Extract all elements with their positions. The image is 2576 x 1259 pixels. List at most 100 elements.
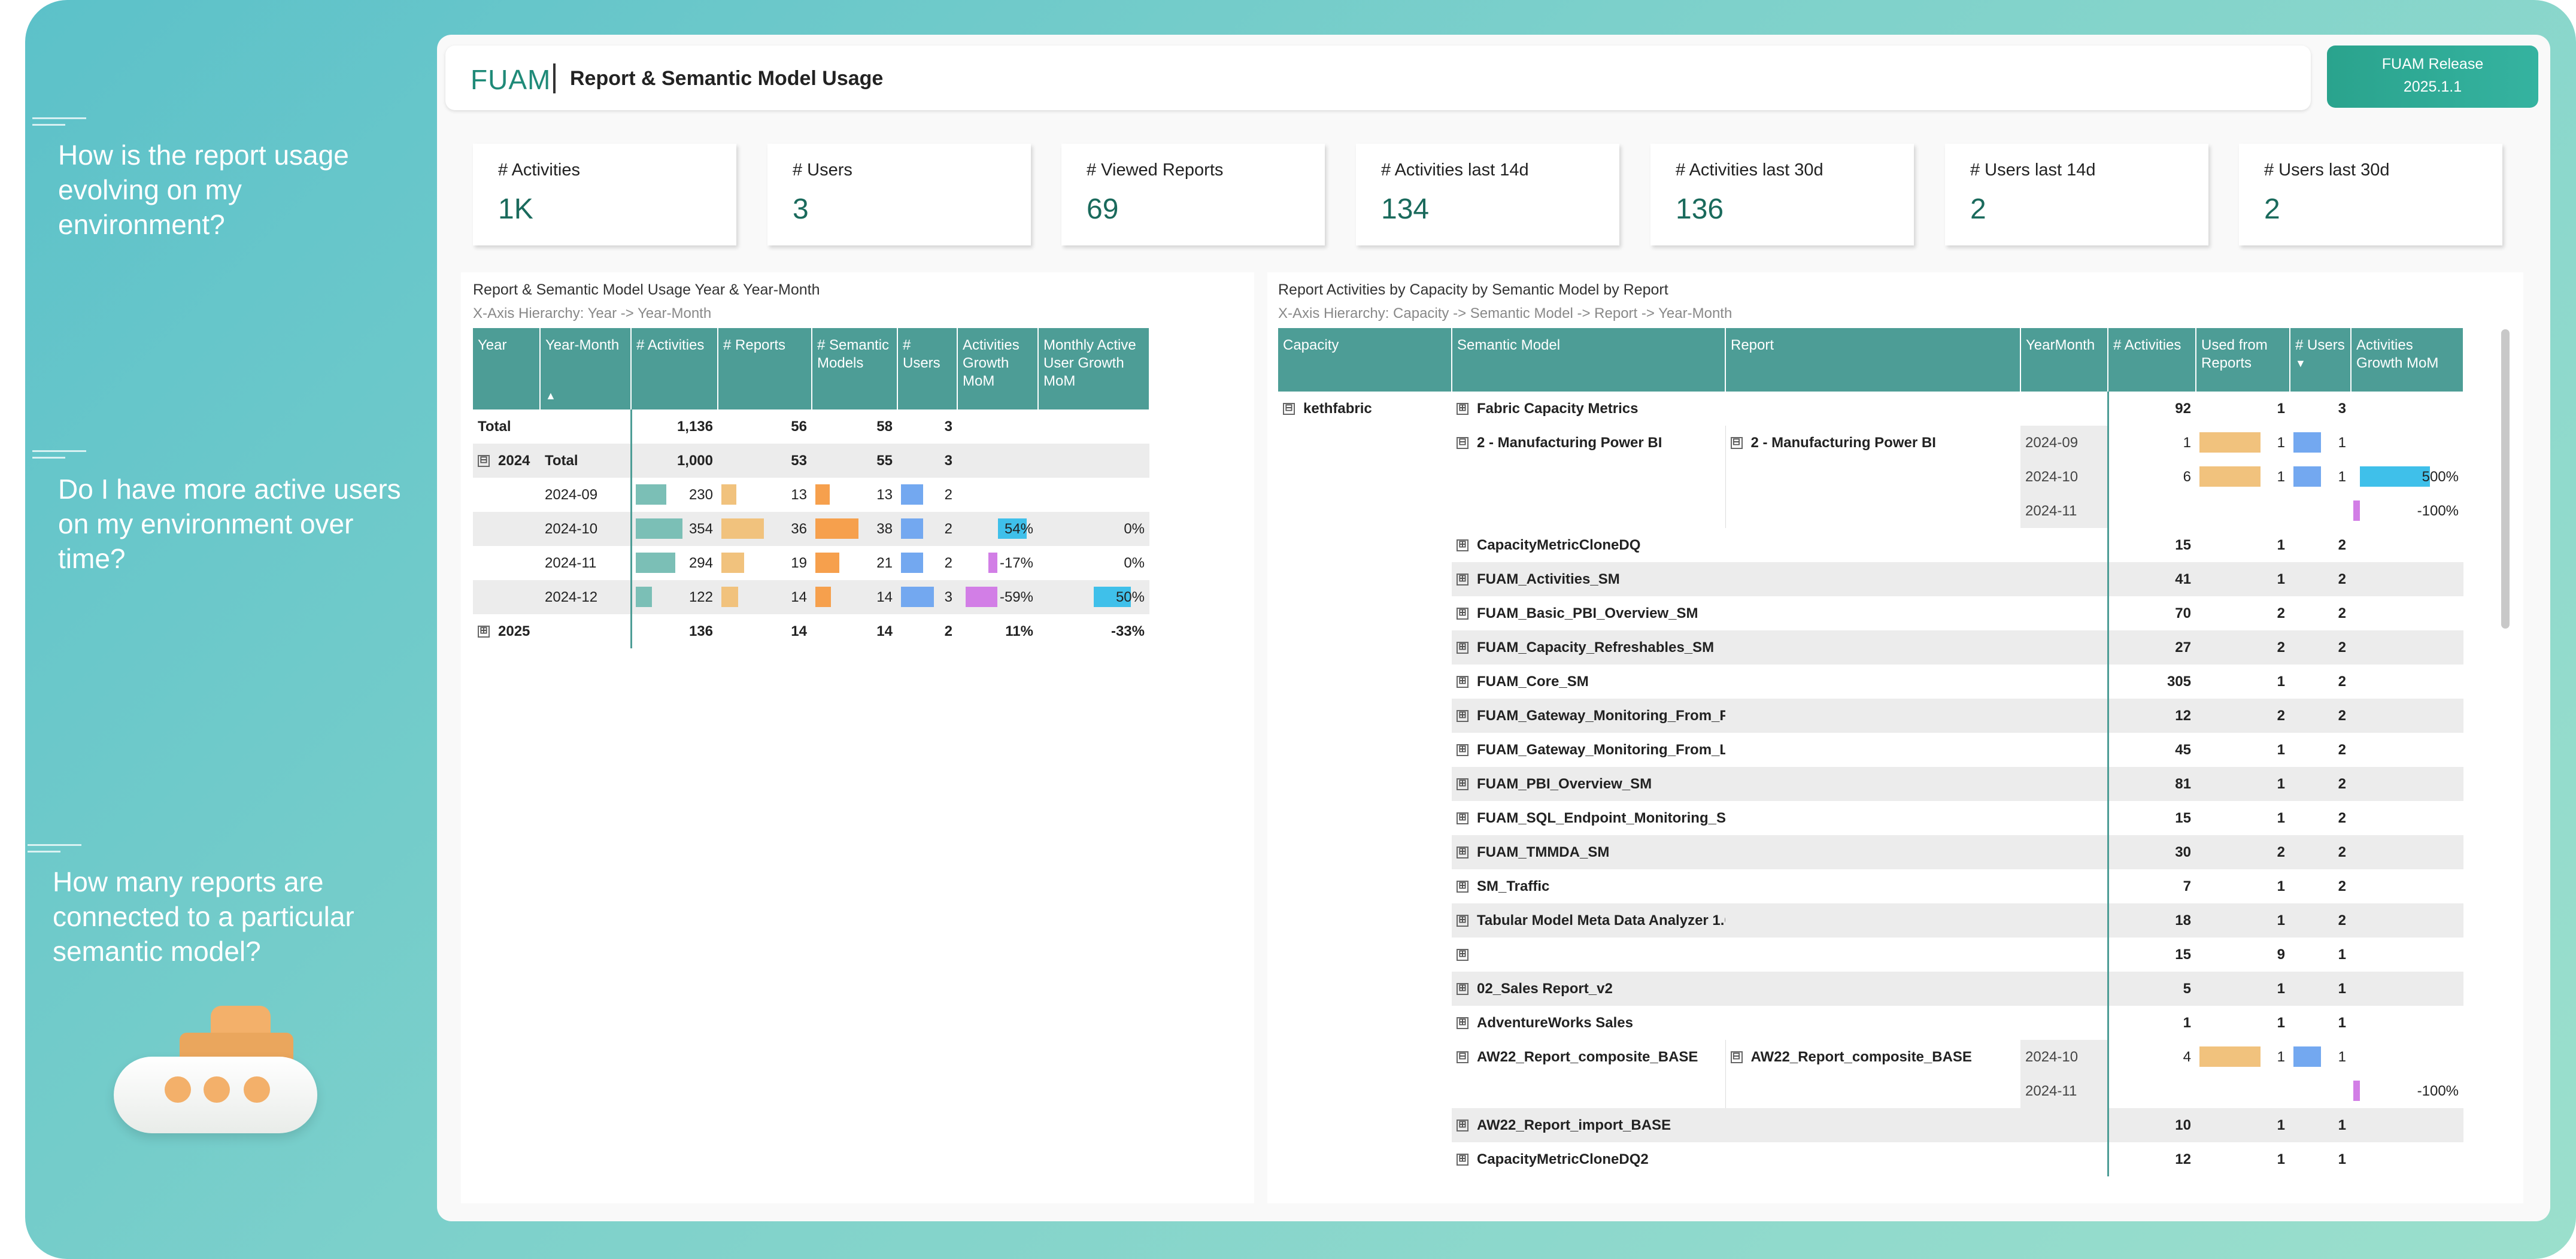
table-row: 2024-10 6 1 1 500% xyxy=(1278,460,2463,494)
expand-icon[interactable]: ⊞ xyxy=(1457,608,1468,620)
collapse-icon[interactable]: ⊟ xyxy=(1457,437,1468,450)
collapse-icon[interactable]: ⊟ xyxy=(1730,1051,1743,1064)
semantic-model-cell[interactable]: ⊞ CapacityMetricCloneDQ2 xyxy=(1452,1142,1725,1176)
capacity-cell[interactable]: ⊟ kethfabric xyxy=(1278,392,1452,426)
semantic-model-cell[interactable]: ⊞ FUAM_PBI_Overview_SM xyxy=(1452,767,1725,801)
sort-ascending-icon[interactable]: ▲ xyxy=(545,387,626,405)
expand-icon[interactable]: ⊞ xyxy=(1457,574,1468,586)
kpi-card-users[interactable]: # Users 3 xyxy=(767,144,1031,245)
kpi-card-activities-30d[interactable]: # Activities last 30d 136 xyxy=(1650,144,1914,245)
cell-value: 230 xyxy=(688,486,713,503)
table-row: ⊞ FUAM_TMMDA_SM 30 2 2 xyxy=(1278,835,2463,869)
cell-value: 1 xyxy=(2183,434,2191,451)
col-header-reports[interactable]: # Reports xyxy=(718,328,812,409)
bar-cell: 36 xyxy=(718,512,812,546)
col-header-activities[interactable]: # Activities xyxy=(631,328,718,409)
growth-cell xyxy=(2351,972,2463,1006)
col-header-activities-growth[interactable]: Activities Growth MoM xyxy=(2351,328,2463,392)
semantic-model-label: FUAM_Gateway_Monitoring_From_Lakehouse xyxy=(1477,741,1725,758)
yearmonth-cell xyxy=(2020,972,2108,1006)
growth-bar xyxy=(2360,466,2430,487)
year-month-matrix[interactable]: Year Year-Month ▲ # Activities # Reports … xyxy=(473,328,1150,648)
collapse-icon[interactable]: ⊟ xyxy=(478,455,490,468)
year-cell[interactable]: ⊞ 2025 xyxy=(473,614,540,648)
capacity-cell xyxy=(1278,528,1452,562)
report-cell xyxy=(1725,528,2020,562)
semantic-model-cell[interactable]: ⊞ FUAM_Gateway_Monitoring_From_Files_SM xyxy=(1452,699,1725,733)
col-header-users[interactable]: # Users xyxy=(897,328,958,409)
expand-icon[interactable]: ⊞ xyxy=(1457,949,1468,961)
expand-icon[interactable]: ⊞ xyxy=(1457,881,1468,893)
expand-icon[interactable]: ⊞ xyxy=(1457,676,1468,688)
decoration-lines xyxy=(32,117,86,131)
semantic-model-cell[interactable]: ⊞ AdventureWorks Sales xyxy=(1452,1006,1725,1040)
report-label: 2 - Manufacturing Power BI xyxy=(1750,434,1936,451)
capacity-matrix-viewport[interactable]: Capacity Semantic Model Report YearMonth… xyxy=(1278,328,2463,1190)
semantic-model-cell[interactable]: ⊞ FUAM_Gateway_Monitoring_From_Lakehouse xyxy=(1452,733,1725,767)
year-cell[interactable]: ⊟ 2024 xyxy=(473,444,540,478)
semantic-model-cell[interactable]: ⊞ FUAM_SQL_Endpoint_Monitoring_SM xyxy=(1452,801,1725,835)
expand-icon[interactable]: ⊞ xyxy=(478,626,490,638)
semantic-model-cell[interactable]: ⊞ FUAM_Core_SM xyxy=(1452,665,1725,699)
bar-cell xyxy=(2107,494,2196,528)
expand-icon[interactable]: ⊞ xyxy=(1457,710,1468,723)
semantic-model-cell[interactable]: ⊞ FUAM_TMMDA_SM xyxy=(1452,835,1725,869)
col-header-year[interactable]: Year xyxy=(473,328,541,409)
expand-icon[interactable]: ⊞ xyxy=(1457,983,1468,996)
semantic-model-label: 2 - Manufacturing Power BI xyxy=(1477,434,1662,451)
col-header-semantic-models[interactable]: # Semantic Models xyxy=(812,328,898,409)
semantic-model-cell[interactable]: ⊟ AW22_Report_composite_BASE xyxy=(1452,1040,1725,1074)
col-header-activities-growth[interactable]: Activities Growth MoM xyxy=(957,328,1039,409)
semantic-model-cell[interactable]: ⊞ SM_Traffic xyxy=(1452,869,1725,903)
report-cell[interactable]: ⊟ AW22_Report_composite_BASE xyxy=(1725,1040,2020,1074)
semantic-model-cell[interactable]: ⊟ 2 - Manufacturing Power BI xyxy=(1452,426,1725,460)
expand-icon[interactable]: ⊞ xyxy=(1457,539,1468,552)
expand-icon[interactable]: ⊞ xyxy=(1457,642,1468,654)
expand-icon[interactable]: ⊞ xyxy=(1457,403,1468,415)
kpi-card-users-30d[interactable]: # Users last 30d 2 xyxy=(2239,144,2502,245)
cell-activities: 81 xyxy=(2107,767,2196,801)
expand-icon[interactable]: ⊞ xyxy=(1457,778,1468,791)
expand-icon[interactable]: ⊞ xyxy=(1457,1120,1468,1132)
kpi-card-viewed-reports[interactable]: # Viewed Reports 69 xyxy=(1061,144,1325,245)
semantic-model-cell[interactable]: ⊞ AW22_Report_import_BASE xyxy=(1452,1108,1725,1142)
semantic-model-cell[interactable]: ⊞ Fabric Capacity Metrics xyxy=(1452,392,1725,426)
expand-icon[interactable]: ⊞ xyxy=(1457,744,1468,757)
expand-icon[interactable]: ⊞ xyxy=(1457,915,1468,927)
growth-cell xyxy=(2351,665,2463,699)
expand-icon[interactable]: ⊞ xyxy=(1457,1017,1468,1030)
semantic-model-cell[interactable]: ⊞ FUAM_Basic_PBI_Overview_SM xyxy=(1452,596,1725,630)
report-cell[interactable]: ⊟ 2 - Manufacturing Power BI xyxy=(1725,426,2020,460)
col-header-activities[interactable]: # Activities xyxy=(2108,328,2196,392)
vertical-scrollbar[interactable] xyxy=(2501,329,2510,629)
collapse-icon[interactable]: ⊟ xyxy=(1730,437,1743,450)
col-header-capacity[interactable]: Capacity xyxy=(1278,328,1452,392)
col-header-report[interactable]: Report xyxy=(1725,328,2021,392)
expand-icon[interactable]: ⊞ xyxy=(1457,847,1468,859)
kpi-card-users-14d[interactable]: # Users last 14d 2 xyxy=(1945,144,2208,245)
kpi-card-activities[interactable]: # Activities 1K xyxy=(473,144,736,245)
semantic-model-cell[interactable]: ⊞ Tabular Model Meta Data Analyzer 1.0.0 xyxy=(1452,903,1725,938)
col-header-year-month[interactable]: Year-Month ▲ xyxy=(540,328,632,409)
bar-cell: 2 xyxy=(897,546,957,580)
semantic-model-cell[interactable]: ⊞ CapacityMetricCloneDQ xyxy=(1452,528,1725,562)
semantic-model-cell[interactable]: ⊞ 02_Sales Report_v2 xyxy=(1452,972,1725,1006)
semantic-model-cell[interactable]: ⊞ FUAM_Capacity_Refreshables_SM xyxy=(1452,630,1725,665)
col-header-semantic-model[interactable]: Semantic Model xyxy=(1452,328,1726,392)
bar-cell xyxy=(2107,1074,2196,1108)
col-header-used-from-reports[interactable]: Used from Reports xyxy=(2196,328,2290,392)
col-header-user-growth[interactable]: Monthly Active User Growth MoM xyxy=(1038,328,1150,409)
capacity-matrix[interactable]: Capacity Semantic Model Report YearMonth… xyxy=(1278,328,2463,1176)
col-header-yearmonth[interactable]: YearMonth xyxy=(2020,328,2108,392)
semantic-model-cell[interactable]: ⊞ FUAM_Activities_SM xyxy=(1452,562,1725,596)
kpi-card-activities-14d[interactable]: # Activities last 14d 134 xyxy=(1356,144,1619,245)
release-badge[interactable]: FUAM Release 2025.1.1 xyxy=(2327,45,2538,108)
collapse-icon[interactable]: ⊟ xyxy=(1457,1051,1468,1064)
col-header-users[interactable]: # Users ▼ xyxy=(2290,328,2352,392)
semantic-model-cell[interactable]: ⊞ xyxy=(1452,938,1725,972)
sort-descending-icon[interactable]: ▼ xyxy=(2295,354,2346,372)
collapse-icon[interactable]: ⊟ xyxy=(1283,403,1295,415)
expand-icon[interactable]: ⊞ xyxy=(1457,812,1468,825)
kpi-label: # Activities xyxy=(498,160,580,180)
expand-icon[interactable]: ⊞ xyxy=(1457,1154,1468,1166)
